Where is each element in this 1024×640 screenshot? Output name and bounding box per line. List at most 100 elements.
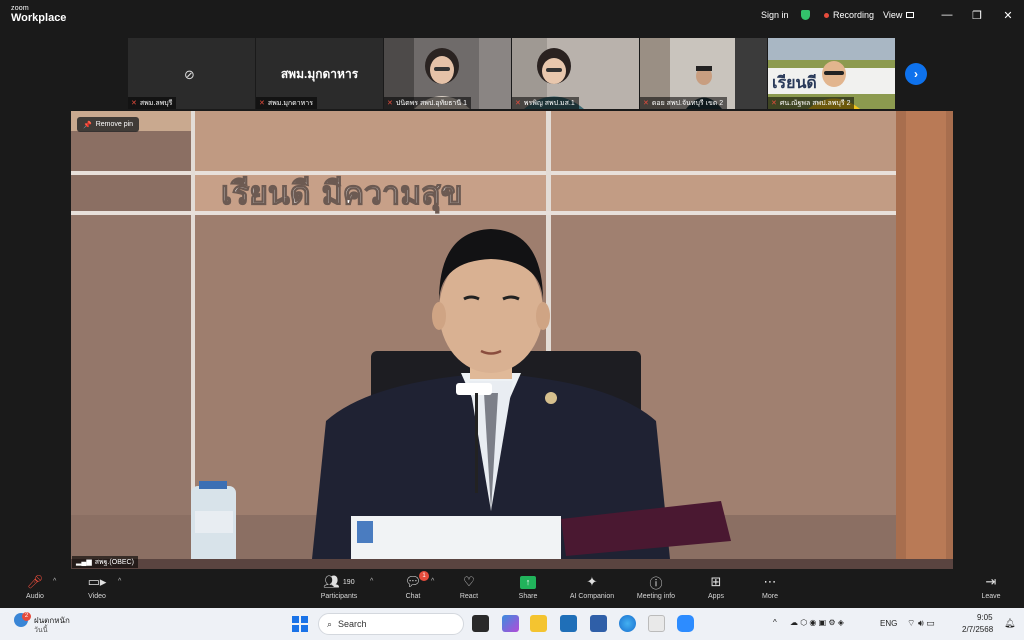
restore-button[interactable]: ❐ — [962, 0, 992, 30]
mic-muted-icon: ✕ — [771, 100, 777, 107]
leave-button[interactable]: ⇥ Leave — [961, 573, 1021, 600]
participant-name-tag: ✕ สพม.มุกดาหาร — [256, 97, 317, 109]
view-button[interactable]: View — [883, 0, 915, 30]
speaker-name: สพฐ.(OBEC) — [94, 558, 134, 566]
file-explorer-icon[interactable] — [530, 615, 547, 632]
ai-companion-button[interactable]: ✦ AI Companion — [562, 573, 622, 600]
participant-tile[interactable]: ⊘ ✕ สพม.ลพบุรี — [128, 38, 255, 109]
participant-name: สพม.ลพบุรี — [139, 99, 173, 107]
encryption-shield-icon[interactable] — [801, 10, 810, 20]
meeting-info-label: Meeting info — [636, 593, 676, 600]
participant-name-tag: ✕ ปนิตพร สพป.อุทัยธานี 1 — [384, 97, 471, 109]
participant-tile[interactable]: สพม.มุกดาหาร ✕ สพม.มุกดาหาร — [256, 38, 383, 109]
recording-dot-icon — [824, 12, 829, 18]
audio-options-caret-icon[interactable]: ^ — [53, 578, 56, 585]
search-icon: ⌕ — [327, 618, 333, 629]
more-dots-icon: ⋯ — [763, 574, 777, 589]
brand-zoom: zoom — [11, 5, 29, 12]
os-taskbar: 2 ฝนตกหนัก วันนี้ ⌕ Search ^ ☁ ⬡ ◉ ▣ ⚙ ◈… — [0, 608, 1024, 640]
speaker-video-frame: เรียนดี มีความสุข — [71, 111, 953, 569]
document-icon[interactable] — [648, 615, 665, 632]
windows-start-icon[interactable] — [292, 616, 308, 632]
participants-count: 190 — [342, 578, 355, 586]
remove-pin-button[interactable]: 📌 Remove pin — [77, 117, 140, 132]
mic-muted-icon: ✕ — [259, 100, 265, 107]
remove-pin-label: Remove pin — [95, 121, 134, 128]
clock-date[interactable]: 2/7/2568 — [962, 625, 993, 634]
chat-label: Chat — [405, 593, 421, 600]
participants-caret-icon[interactable]: ^ — [370, 578, 373, 585]
taskbar-search[interactable]: ⌕ Search — [318, 613, 464, 635]
apps-button[interactable]: ⊞ Apps — [686, 573, 746, 600]
chevron-right-icon: › — [914, 67, 918, 81]
zoom-logo: zoom Workplace — [11, 5, 66, 24]
participant-strip: ⊘ ✕ สพม.ลพบุรี สพม.มุกดาหาร ✕ สพม.มุกดาหาร… — [128, 38, 895, 109]
mic-muted-icon: ✕ — [643, 100, 649, 107]
participants-button[interactable]: 👥︎ 190 Participants — [309, 573, 369, 600]
meeting-controls: 🎤︎ Audio ^ ▭▸ Video ^ 👥︎ 190 Participants… — [0, 569, 1024, 608]
participant-name: ดอย สพป.จันทบุรี เขต 2 — [651, 99, 724, 107]
active-speaker-video: เรียนดี มีความสุข — [71, 111, 953, 569]
leave-label: Leave — [981, 593, 1001, 600]
speaker-name-tag: ▂▄▆ สพฐ.(OBEC) — [72, 556, 138, 568]
mic-muted-icon: ✕ — [515, 100, 521, 107]
react-button[interactable]: ♡ React — [439, 573, 499, 600]
tray-icons[interactable]: ☁ ⬡ ◉ ▣ ⚙ ◈ — [790, 618, 844, 627]
pin-icon: 📌 — [83, 121, 92, 129]
meeting-info-button[interactable]: ⓘ Meeting info — [626, 573, 686, 601]
participants-icon: 👥︎ 190 — [323, 574, 355, 589]
task-view-icon[interactable] — [472, 615, 489, 632]
chat-caret-icon[interactable]: ^ — [431, 578, 434, 585]
grid-icon — [906, 12, 915, 18]
signal-strength-icon: ▂▄▆ — [76, 559, 92, 566]
more-button[interactable]: ⋯ More — [740, 573, 800, 600]
participant-name-tag: ✕ ศน.ณัฐพล สพป.ลพบุรี 2 — [768, 97, 855, 109]
next-page-button[interactable]: › — [905, 63, 927, 85]
participant-name-tag: ✕ สพม.ลพบุรี — [128, 97, 177, 109]
apps-icon: ⊞ — [710, 574, 722, 589]
mic-muted-icon: ✕ — [387, 100, 393, 107]
store-icon[interactable] — [560, 615, 577, 632]
participant-name-tag: ✕ พรพิญ สพป.มส.1 — [512, 97, 579, 109]
video-label: Video — [88, 593, 106, 600]
weather-badge: 2 — [22, 612, 31, 621]
participant-display-name: สพม.มุกดาหาร — [280, 67, 359, 81]
participant-tile[interactable]: เรียนดี ✕ ศน.ณัฐพล สพป.ลพบุรี 2 — [768, 38, 895, 109]
apps-label: Apps — [708, 593, 724, 600]
video-options-caret-icon[interactable]: ^ — [118, 578, 121, 585]
participant-tile[interactable]: ✕ พรพิญ สพป.มส.1 — [512, 38, 639, 109]
network-volume-battery-icon[interactable]: ⌔ 🔊︎ ▭ — [907, 618, 935, 629]
copilot-icon[interactable] — [502, 615, 519, 632]
participant-tile[interactable]: ✕ ปนิตพร สพป.อุทัยธานี 1 — [384, 38, 511, 109]
mic-muted-icon: ✕ — [131, 100, 137, 107]
close-button[interactable]: ✕ — [993, 0, 1023, 30]
share-label: Share — [518, 593, 538, 600]
participant-name: พรพิญ สพป.มส.1 — [523, 99, 575, 107]
leave-icon: ⇥ — [985, 574, 997, 589]
weather-subtitle: วันนี้ — [34, 627, 48, 634]
notification-bell-icon[interactable]: 🔔︎ — [1004, 618, 1015, 629]
audio-label: Audio — [26, 593, 44, 600]
ai-companion-label: AI Companion — [569, 593, 615, 600]
participant-name: ศน.ณัฐพล สพป.ลพบุรี 2 — [779, 99, 851, 107]
svg-text:เรียนดี: เรียนดี — [772, 73, 817, 92]
recording-indicator[interactable]: Recording — [824, 0, 874, 30]
view-label: View — [883, 10, 903, 20]
sign-in-button[interactable]: Sign in — [761, 0, 789, 30]
participant-tile[interactable]: ✕ ดอย สพป.จันทบุรี เขต 2 — [640, 38, 767, 109]
participant-name: ปนิตพร สพป.อุทัยธานี 1 — [395, 99, 467, 107]
search-placeholder: Search — [338, 619, 367, 629]
more-label: More — [762, 593, 778, 600]
show-hidden-icons-chevron-icon[interactable]: ^ — [773, 618, 777, 627]
brand-workplace: Workplace — [11, 12, 67, 24]
language-indicator[interactable]: ENG — [880, 619, 897, 628]
zoom-app-icon[interactable] — [677, 615, 694, 632]
clock-time[interactable]: 9:05 — [977, 613, 993, 622]
share-screen-icon: ↑ — [520, 575, 536, 589]
share-button[interactable]: ↑ Share — [498, 573, 558, 600]
video-off-icon: ⊘ — [184, 67, 195, 82]
minimize-button[interactable]: — — [932, 0, 962, 30]
sparkle-icon: ✦ — [586, 574, 598, 589]
edge-browser-icon[interactable] — [619, 615, 636, 632]
app-icon[interactable] — [590, 615, 607, 632]
